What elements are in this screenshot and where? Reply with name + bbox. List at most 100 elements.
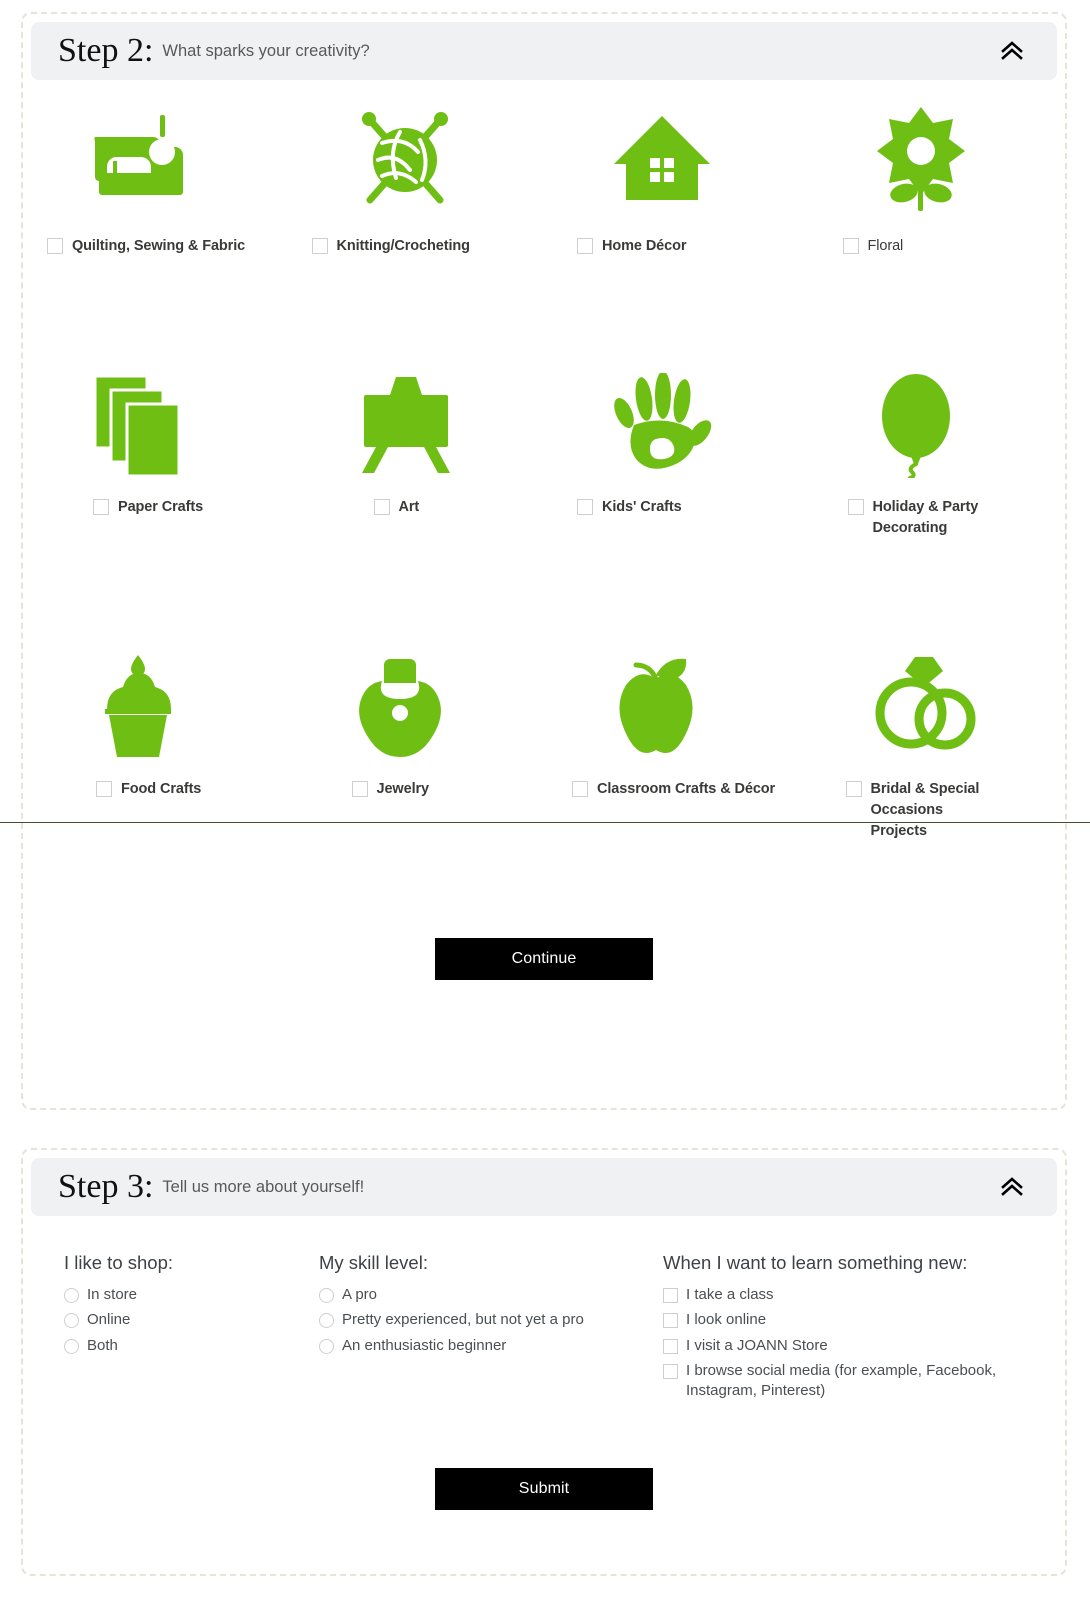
column-heading: When I want to learn something new: bbox=[663, 1252, 968, 1273]
interest-checkbox-row[interactable]: Bridal & Special Occasions Projects bbox=[805, 779, 1066, 842]
interest-checkbox[interactable] bbox=[96, 781, 112, 798]
interest-label: Knitting/Crocheting bbox=[336, 238, 471, 254]
flower-icon bbox=[805, 98, 1066, 220]
step-2-subtitle: What sparks your creativity? bbox=[162, 41, 370, 60]
interest-label: Art bbox=[398, 499, 420, 516]
step-2-title: Step 2: bbox=[58, 32, 154, 69]
easel-icon bbox=[284, 365, 545, 485]
interest-cell-knitting-crocheting[interactable]: Knitting/Crocheting bbox=[284, 80, 545, 257]
interest-row: Food Crafts Jewelry Classroom Crafts & D… bbox=[23, 539, 1065, 842]
interest-label: Quilting, Sewing & Fabric bbox=[72, 238, 246, 254]
interest-checkbox-row[interactable]: Art bbox=[284, 497, 545, 518]
sewing-machine-icon bbox=[23, 98, 284, 220]
interest-cell-classroom-crafts-decor[interactable]: Classroom Crafts & Décor bbox=[544, 539, 805, 842]
radio-button[interactable] bbox=[64, 1287, 79, 1303]
interest-cell-quilting-sewing-fabric[interactable]: Quilting, Sewing & Fabric bbox=[23, 80, 284, 257]
checkbox-option-browse-social-media[interactable]: I browse social media (for example, Face… bbox=[663, 1361, 1043, 1400]
radio-option-in-store[interactable]: In store bbox=[64, 1285, 319, 1305]
radio-option-enthusiastic-beginner[interactable]: An enthusiastic beginner bbox=[319, 1336, 663, 1356]
interest-cell-paper-crafts[interactable]: Paper Crafts bbox=[23, 257, 284, 539]
yarn-ball-icon bbox=[284, 98, 545, 220]
option-label: I visit a JOANN Store bbox=[686, 1336, 828, 1354]
checkbox-option-visit-joann-store[interactable]: I visit a JOANN Store bbox=[663, 1336, 1043, 1356]
interest-checkbox[interactable] bbox=[351, 781, 368, 798]
interest-cell-home-decor[interactable]: Home Décor bbox=[544, 80, 805, 257]
checkbox[interactable] bbox=[663, 1364, 678, 1379]
option-label: I take a class bbox=[686, 1285, 774, 1303]
step-3-subtitle: Tell us more about yourself! bbox=[162, 1177, 365, 1196]
step-2-collapse-button[interactable] bbox=[997, 36, 1027, 66]
double-chevron-up-icon bbox=[999, 38, 1025, 64]
option-label: In store bbox=[87, 1285, 138, 1303]
interest-cell-floral[interactable]: Floral bbox=[805, 80, 1066, 257]
handprint-icon bbox=[544, 365, 805, 485]
submit-button-row: Submit bbox=[23, 1468, 1065, 1510]
step-3-panel: Step 3: Tell us more about yourself! I l… bbox=[21, 1148, 1067, 1576]
stacked-paper-icon bbox=[23, 365, 284, 485]
interest-label: Floral bbox=[867, 238, 904, 254]
interest-grid: Quilting, Sewing & Fabric Knitting/Croch… bbox=[23, 80, 1065, 842]
step-3-title: Step 3: bbox=[58, 1168, 154, 1205]
interest-checkbox-row[interactable]: Jewelry bbox=[284, 779, 545, 800]
interest-checkbox[interactable] bbox=[311, 238, 328, 254]
double-chevron-up-icon bbox=[999, 1174, 1025, 1200]
radio-button[interactable] bbox=[64, 1313, 79, 1328]
radio-button[interactable] bbox=[319, 1287, 334, 1303]
interest-label: Classroom Crafts & Décor bbox=[597, 781, 776, 798]
balloon-icon bbox=[805, 365, 1066, 485]
interest-cell-holiday-party-decorating[interactable]: Holiday & Party Decorating bbox=[805, 257, 1066, 539]
checkbox[interactable] bbox=[663, 1338, 678, 1354]
interest-cell-food-crafts[interactable]: Food Crafts bbox=[23, 539, 284, 842]
radio-option-a-pro[interactable]: A pro bbox=[319, 1285, 663, 1305]
interest-checkbox-row[interactable]: Home Décor bbox=[544, 236, 805, 257]
checkbox-option-take-a-class[interactable]: I take a class bbox=[663, 1285, 1043, 1305]
interest-label: Food Crafts bbox=[121, 781, 202, 798]
interest-checkbox[interactable] bbox=[577, 238, 593, 254]
interest-checkbox[interactable] bbox=[572, 781, 588, 798]
step-3-collapse-button[interactable] bbox=[997, 1172, 1027, 1202]
interest-checkbox[interactable] bbox=[842, 238, 859, 254]
interest-row: Paper Crafts Art Kids' Crafts Holiday & … bbox=[23, 257, 1065, 539]
checkbox[interactable] bbox=[663, 1287, 678, 1303]
interest-checkbox-row[interactable]: Quilting, Sewing & Fabric bbox=[23, 236, 284, 257]
interest-checkbox[interactable] bbox=[847, 499, 864, 516]
interest-checkbox[interactable] bbox=[93, 499, 109, 516]
scroll-seam-line bbox=[0, 822, 1090, 823]
interest-cell-art[interactable]: Art bbox=[284, 257, 545, 539]
interest-checkbox[interactable] bbox=[577, 499, 593, 516]
interest-checkbox-row[interactable]: Food Crafts bbox=[23, 779, 284, 800]
radio-button[interactable] bbox=[319, 1313, 334, 1328]
interest-label: Home Décor bbox=[602, 238, 687, 254]
radio-button[interactable] bbox=[319, 1338, 334, 1354]
continue-button[interactable]: Continue bbox=[435, 938, 653, 981]
option-label: Pretty experienced, but not yet a pro bbox=[342, 1311, 584, 1328]
interest-cell-bridal-special-occasions[interactable]: Bridal & Special Occasions Projects bbox=[805, 539, 1066, 842]
interest-cell-kids-crafts[interactable]: Kids' Crafts bbox=[544, 257, 805, 539]
option-label: Both bbox=[87, 1336, 118, 1354]
checkbox[interactable] bbox=[663, 1313, 678, 1328]
interest-checkbox[interactable] bbox=[845, 781, 862, 798]
interest-checkbox-row[interactable]: Paper Crafts bbox=[23, 497, 284, 518]
necklace-icon bbox=[284, 647, 545, 767]
cupcake-icon bbox=[23, 647, 284, 767]
radio-option-online[interactable]: Online bbox=[64, 1310, 319, 1330]
interest-checkbox-row[interactable]: Holiday & Party Decorating bbox=[805, 497, 1066, 539]
interest-label: Paper Crafts bbox=[118, 499, 204, 516]
checkbox-option-look-online[interactable]: I look online bbox=[663, 1310, 1043, 1330]
interest-label: Holiday & Party Decorating bbox=[872, 499, 979, 537]
interest-row: Quilting, Sewing & Fabric Knitting/Croch… bbox=[23, 80, 1065, 257]
interest-checkbox-row[interactable]: Kids' Crafts bbox=[544, 497, 805, 518]
column-heading: I like to shop: bbox=[64, 1252, 174, 1273]
submit-button[interactable]: Submit bbox=[435, 1468, 653, 1510]
interest-checkbox-row[interactable]: Knitting/Crocheting bbox=[284, 236, 545, 257]
radio-button[interactable] bbox=[64, 1338, 79, 1354]
interest-checkbox[interactable] bbox=[373, 499, 390, 516]
radio-option-both[interactable]: Both bbox=[64, 1336, 319, 1356]
interest-cell-jewelry[interactable]: Jewelry bbox=[284, 539, 545, 842]
interest-checkbox-row[interactable]: Classroom Crafts & Décor bbox=[544, 779, 805, 800]
step-3-header: Step 3: Tell us more about yourself! bbox=[31, 1158, 1057, 1216]
column-heading: My skill level: bbox=[319, 1252, 428, 1273]
radio-option-pretty-experienced[interactable]: Pretty experienced, but not yet a pro bbox=[319, 1310, 663, 1330]
interest-checkbox[interactable] bbox=[47, 238, 63, 254]
interest-checkbox-row[interactable]: Floral bbox=[805, 236, 1066, 257]
